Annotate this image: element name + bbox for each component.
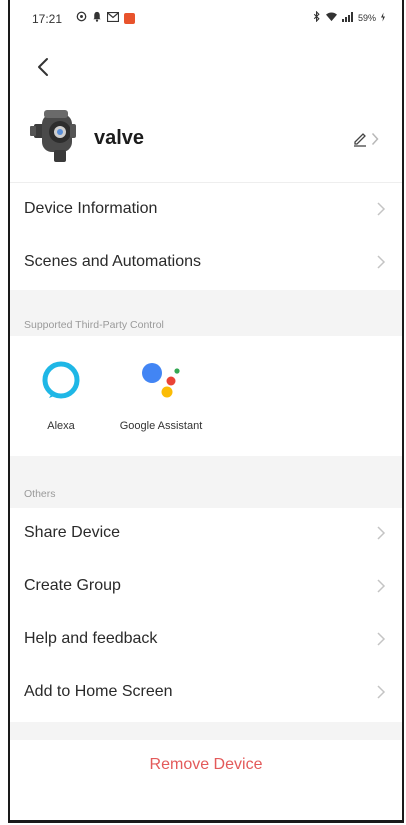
whatsapp-icon <box>76 11 87 26</box>
edit-pencil-icon <box>354 133 366 147</box>
chevron-right-icon <box>371 132 379 146</box>
valve-device-icon <box>30 108 88 164</box>
chevron-right-icon <box>377 579 386 593</box>
third-party-section-header: Supported Third-Party Control <box>10 290 402 336</box>
chevron-right-icon <box>377 202 386 216</box>
row-label: Share Device <box>24 524 121 541</box>
phone-screen: 17:21 59% valve Device Information Scene… <box>8 0 404 823</box>
gmail-icon <box>106 11 120 26</box>
others-section-header: Others <box>10 456 402 508</box>
remove-device-button[interactable]: Remove Device <box>10 740 402 790</box>
signal-icon <box>341 11 354 24</box>
chevron-right-icon <box>377 526 386 540</box>
back-button[interactable] <box>28 52 58 82</box>
tp-label: Google Assistant <box>119 420 203 432</box>
wifi-icon <box>325 11 338 24</box>
share-device-row[interactable]: Share Device <box>10 508 402 560</box>
status-notification-icons <box>76 11 135 26</box>
chevron-right-icon <box>377 632 386 646</box>
notification-icon <box>92 11 102 26</box>
section-title: Others <box>24 488 56 500</box>
battery-icon <box>380 12 386 24</box>
alexa-icon <box>42 361 80 399</box>
divider <box>10 182 402 183</box>
back-arrow-icon <box>38 58 48 76</box>
alexa-item[interactable]: Alexa <box>16 360 106 433</box>
app-icon <box>124 13 135 24</box>
scenes-automations-row[interactable]: Scenes and Automations <box>10 237 402 289</box>
row-label: Scenes and Automations <box>24 253 202 270</box>
status-system-icons: 59% <box>313 10 386 24</box>
status-bar: 17:21 59% <box>10 0 402 34</box>
chevron-right-icon <box>377 685 386 699</box>
edit-name-button[interactable] <box>352 128 388 150</box>
row-label: Add to Home Screen <box>24 683 173 700</box>
row-label: Device Information <box>24 200 158 217</box>
row-label: Create Group <box>24 577 121 594</box>
help-feedback-row[interactable]: Help and feedback <box>10 614 402 666</box>
row-label: Help and feedback <box>24 630 158 647</box>
google-assistant-icon <box>142 363 180 398</box>
bluetooth-icon <box>313 10 321 24</box>
section-title: Supported Third-Party Control <box>24 319 164 331</box>
status-time: 17:21 <box>32 12 63 26</box>
google-assistant-item[interactable]: Google Assistant <box>116 358 206 433</box>
device-name: valve <box>94 127 145 149</box>
chevron-right-icon <box>377 255 386 269</box>
device-header: valve <box>10 108 402 168</box>
battery-text: 59% <box>357 12 376 23</box>
add-to-home-screen-row[interactable]: Add to Home Screen <box>10 667 402 719</box>
device-information-row[interactable]: Device Information <box>10 184 402 236</box>
tp-label: Alexa <box>47 420 75 432</box>
create-group-row[interactable]: Create Group <box>10 561 402 613</box>
section-spacer <box>10 722 402 740</box>
